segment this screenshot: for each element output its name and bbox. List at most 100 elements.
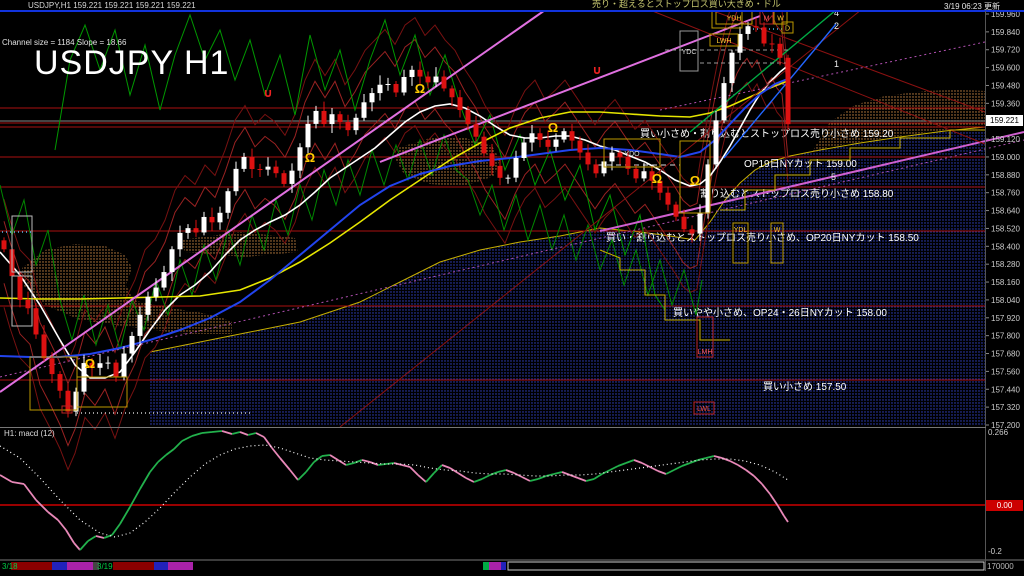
macd-line-segment xyxy=(561,471,571,476)
price-axis-label: 157.320 xyxy=(991,403,1020,412)
macd-line-segment xyxy=(271,447,281,459)
macd-line-segment xyxy=(425,472,435,483)
macd-line-segment xyxy=(449,467,459,474)
macd-line-segment xyxy=(457,472,467,479)
candle-bear xyxy=(449,88,455,98)
session-segment xyxy=(154,562,168,570)
candle-bull xyxy=(505,177,511,179)
candle-bear xyxy=(441,76,447,89)
macd-scale-top: 0.266 xyxy=(988,428,1009,437)
macd-line-segment xyxy=(211,430,223,433)
candle-bear xyxy=(417,69,423,77)
price-axis-label: 158.880 xyxy=(991,171,1020,180)
macd-line-segment xyxy=(481,474,491,480)
macd-line-segment xyxy=(465,477,475,483)
candle-bull xyxy=(329,114,335,125)
candle-bull xyxy=(305,123,311,148)
candle-bear xyxy=(425,76,431,83)
macd-current-value-badge: 0.00 xyxy=(986,500,1023,511)
candle-bear xyxy=(585,152,591,165)
macd-line-segment xyxy=(201,431,213,434)
session-segment xyxy=(67,562,93,570)
level-annotation: 買い・割り込むとストップロス売り小さめ、OP20日NYカット 158.50 xyxy=(606,231,919,244)
box-label: LMH xyxy=(698,349,713,356)
macd-line-segment xyxy=(79,540,89,551)
candle-bear xyxy=(113,362,119,378)
candle-bear xyxy=(497,165,503,178)
candle-bull xyxy=(121,353,127,378)
box-label: W xyxy=(774,227,781,234)
bottom-right-label: 170000 xyxy=(987,562,1014,571)
candle-bull xyxy=(153,287,159,297)
candle-bull xyxy=(297,147,303,171)
candle-bear xyxy=(33,308,39,335)
chart-watermark: USDJPY H1 xyxy=(34,44,230,82)
macd-line-segment xyxy=(361,459,371,463)
macd-line-segment xyxy=(585,478,595,482)
macd-line-segment xyxy=(633,459,643,464)
macd-line-segment xyxy=(783,515,789,523)
macd-line-segment xyxy=(23,483,37,501)
candle-bull xyxy=(185,228,191,233)
macd-line-segment xyxy=(73,542,81,551)
macd-indicator-label: H1: macd (12) xyxy=(4,429,55,438)
macd-line-segment xyxy=(329,454,339,461)
macd-line-segment xyxy=(665,469,675,475)
price-axis-label: 158.520 xyxy=(991,224,1020,233)
macd-panel-separator[interactable] xyxy=(0,427,986,428)
macd-line-segment xyxy=(157,454,167,463)
candle-bear xyxy=(665,192,671,205)
candle-bull xyxy=(353,117,359,131)
macd-line-segment xyxy=(0,474,13,483)
macd-line-segment xyxy=(489,471,499,476)
candle-bull xyxy=(433,76,439,83)
price-axis-label: 158.760 xyxy=(991,189,1020,198)
macd-line-segment xyxy=(247,432,257,436)
candle-bear xyxy=(457,97,463,111)
macd-line-segment xyxy=(345,462,355,466)
candle-bull xyxy=(177,232,183,250)
macd-line-segment xyxy=(119,506,131,525)
macd-line-segment xyxy=(529,478,539,482)
candle-bear xyxy=(537,133,543,140)
macd-line-segment xyxy=(221,430,233,435)
macd-line-segment xyxy=(95,535,105,539)
box-label: LWH xyxy=(716,38,731,45)
macd-line-segment xyxy=(231,431,241,435)
macd-line-segment xyxy=(149,461,159,473)
candle-bull xyxy=(377,84,383,94)
macd-line-segment xyxy=(761,483,771,495)
macd-line-segment xyxy=(737,464,747,471)
candle-bull xyxy=(561,131,567,140)
candle-bull xyxy=(73,391,79,412)
candle-bear xyxy=(593,164,599,174)
candle-bull xyxy=(721,83,727,121)
macd-line-segment xyxy=(173,440,183,450)
macd-line-segment xyxy=(409,466,419,476)
wave-number-label: 2 xyxy=(834,21,839,31)
price-axis-label: 158.400 xyxy=(991,242,1020,251)
macd-line-segment xyxy=(657,470,667,475)
macd-line-segment xyxy=(641,462,651,468)
candle-bear xyxy=(769,43,775,45)
box-label: D xyxy=(785,26,790,33)
session-segment xyxy=(483,562,489,570)
candle-bull xyxy=(225,191,231,213)
macd-line-segment xyxy=(165,448,175,456)
candle-bear xyxy=(753,26,759,28)
price-chart-canvas[interactable]: 買い小さめ・割り込むとストップロス売り小さめ 159.20OP19日NYカット … xyxy=(0,0,1024,576)
candle-bear xyxy=(17,276,23,300)
price-axis-label: 157.800 xyxy=(991,332,1020,341)
candle-bear xyxy=(321,110,327,125)
price-axis-label: 159.600 xyxy=(991,64,1020,73)
macd-line-segment xyxy=(181,435,193,442)
macd-line-segment xyxy=(569,474,579,479)
session-segment xyxy=(501,562,506,570)
macd-line-segment xyxy=(729,460,739,466)
top-note-annotation: 売り・超えるとストップロス買い大きめ・ドル xyxy=(592,0,781,9)
candle-bear xyxy=(57,374,63,391)
macd-line-segment xyxy=(417,474,427,483)
session-segment xyxy=(113,562,154,570)
macd-line-segment xyxy=(553,471,563,475)
price-axis-label: 157.440 xyxy=(991,385,1020,394)
